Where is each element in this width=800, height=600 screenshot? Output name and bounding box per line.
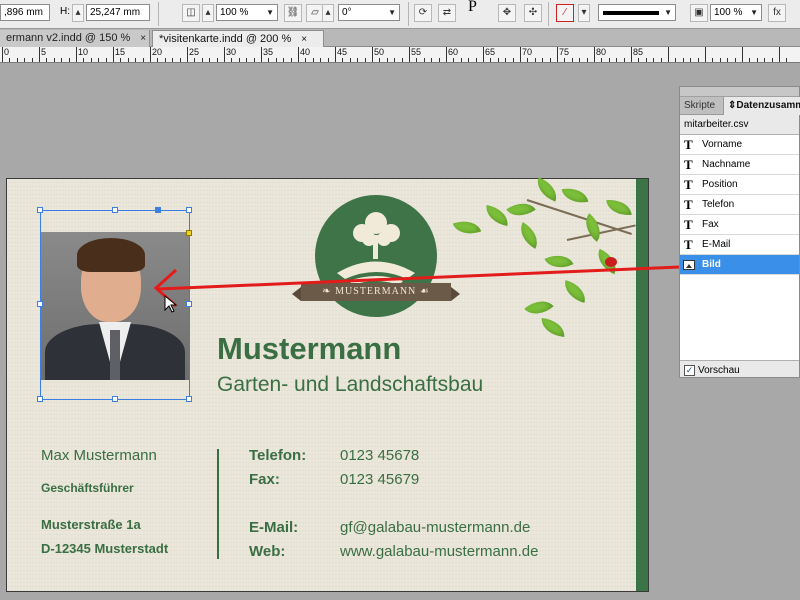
preview-label: Vorschau (698, 365, 740, 376)
text-field-icon: T (684, 157, 693, 172)
field-fax[interactable]: T Fax (680, 215, 799, 235)
image-field-icon (683, 260, 695, 270)
field-list: T Vorname T Nachname T Position T Telefon TF… (680, 135, 799, 361)
field-label: Nachname (702, 159, 751, 170)
field-nachname[interactable]: T Nachname (680, 155, 799, 175)
preview-option: ✓ Vorschau (680, 361, 799, 381)
field-label: Vorname (702, 139, 743, 150)
tab-scripts[interactable]: Skripte (680, 97, 723, 115)
field-bild[interactable]: Bild (680, 255, 799, 275)
field-label: E-Mail (702, 239, 731, 250)
field-label: Fax (702, 219, 719, 230)
data-merge-panel: Skripte ⇕Datenzusammenführung mitarbeite… (679, 86, 800, 378)
data-source-file: mitarbeiter.csv (680, 115, 799, 135)
field-position[interactable]: T Position (680, 175, 799, 195)
text-field-icon: T (684, 197, 693, 212)
tab-datamerge-label: Datenzusammenführung (736, 100, 800, 111)
text-field-icon: T (684, 237, 693, 252)
cursor-icon (164, 294, 178, 313)
field-label: Telefon (702, 199, 735, 210)
preview-checkbox[interactable]: ✓ (684, 364, 695, 376)
panel-title-bar[interactable] (680, 87, 799, 97)
text-field-icon: T (684, 137, 693, 152)
text-field-icon: T (684, 217, 693, 232)
field-email[interactable]: T E-Mail (680, 235, 799, 255)
field-vorname[interactable]: T Vorname (680, 135, 799, 155)
field-telefon[interactable]: T Telefon (680, 195, 799, 215)
text-field-icon: T (684, 177, 693, 192)
tab-datamerge[interactable]: ⇕Datenzusammenführung (723, 97, 800, 115)
field-label: Position (702, 179, 738, 190)
field-label: Bild (702, 259, 721, 270)
panel-tabs: Skripte ⇕Datenzusammenführung (680, 97, 800, 115)
